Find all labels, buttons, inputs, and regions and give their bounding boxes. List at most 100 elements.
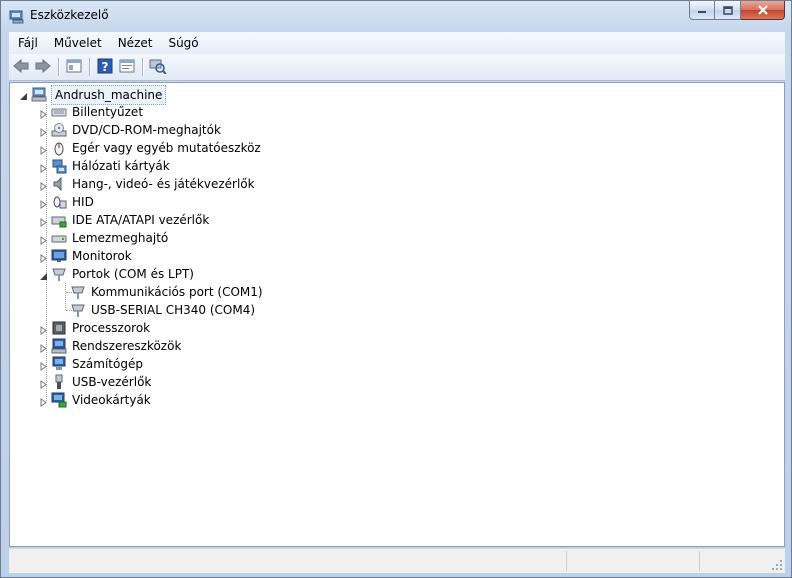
tree-item-usb[interactable]: USB-vezérlők [10, 373, 784, 391]
menu-file[interactable]: Fájl [9, 33, 46, 53]
forward-button[interactable] [32, 56, 54, 78]
tree-item-label: Rendszereszközök [72, 339, 182, 353]
tree-item-com1[interactable]: Kommunikációs port (COM1) [10, 283, 784, 301]
close-button[interactable] [741, 1, 785, 20]
expand-arrow-icon[interactable] [39, 378, 48, 389]
tree-item-dvd[interactable]: DVD/CD-ROM-meghajtók [10, 121, 784, 139]
menu-bar: Fájl Művelet Nézet Súgó [9, 32, 785, 54]
maximize-button[interactable] [715, 1, 741, 20]
expand-arrow-icon[interactable] [39, 162, 48, 173]
collapse-arrow-icon[interactable] [19, 90, 28, 100]
expand-arrow-icon[interactable] [39, 396, 48, 407]
tree-item-hid[interactable]: HID [10, 193, 784, 211]
resize-grip[interactable] [771, 559, 783, 571]
title-bar[interactable]: Eszközkezelő [1, 1, 791, 31]
minimize-button[interactable] [689, 1, 715, 20]
scan-hardware-button[interactable] [147, 56, 169, 78]
tree-item-label: Hálózati kártyák [72, 159, 170, 173]
expand-arrow-icon[interactable] [39, 216, 48, 227]
properties-icon [119, 59, 135, 76]
help-button[interactable]: ? [94, 56, 116, 78]
tree-item-label: Egér vagy egyéb mutatóeszköz [72, 141, 261, 155]
expand-arrow-icon[interactable] [39, 324, 48, 335]
expand-arrow-icon[interactable] [39, 234, 48, 245]
toolbar-separator [58, 58, 59, 76]
tree-item-label: Portok (COM és LPT) [72, 267, 194, 281]
device-tree[interactable]: Andrush_machine Billentyűzet DVD/CD-ROM-… [9, 82, 785, 547]
expand-arrow-icon[interactable] [39, 342, 48, 353]
forward-icon [34, 58, 52, 77]
ide-controller-icon [51, 212, 67, 228]
tree-root[interactable]: Andrush_machine [10, 85, 784, 105]
tree-item-mouse[interactable]: Egér vagy egyéb mutatóeszköz [10, 139, 784, 157]
tree-item-ide[interactable]: IDE ATA/ATAPI vezérlők [10, 211, 784, 229]
tree-item-computer[interactable]: Számítógép [10, 355, 784, 373]
back-icon [12, 58, 30, 77]
tree-item-label: HID [72, 195, 94, 209]
processor-icon [51, 320, 67, 336]
tree-item-monitors[interactable]: Monitorok [10, 247, 784, 265]
speaker-icon [51, 176, 67, 192]
window-title: Eszközkezelő [30, 8, 109, 22]
hid-icon [51, 194, 67, 210]
expand-arrow-icon[interactable] [39, 252, 48, 263]
tree-item-label: USB-SERIAL CH340 (COM4) [91, 303, 256, 317]
tree-item-label: Processzorok [72, 321, 151, 335]
device-manager-app-icon [9, 8, 25, 24]
expand-arrow-icon[interactable] [39, 360, 48, 371]
tree-item-label: Billentyűzet [72, 105, 144, 119]
show-hide-tree-icon [66, 59, 82, 76]
tree-item-com4[interactable]: USB-SERIAL CH340 (COM4) [10, 301, 784, 319]
monitor-icon [51, 248, 67, 264]
show-hide-tree-button[interactable] [63, 56, 85, 78]
expand-arrow-icon[interactable] [39, 198, 48, 209]
tree-item-label: Lemezmeghajtó [72, 231, 169, 245]
computer-icon [31, 86, 47, 102]
back-button[interactable] [10, 56, 32, 78]
computer-icon [51, 356, 67, 372]
expand-arrow-icon[interactable] [39, 180, 48, 191]
collapse-arrow-icon[interactable] [39, 270, 48, 280]
toolbar: ? [9, 54, 785, 81]
tree-item-label: Monitorok [72, 249, 132, 263]
menu-action[interactable]: Művelet [46, 33, 110, 53]
tree-item-sound[interactable]: Hang-, videó- és játékvezérlők [10, 175, 784, 193]
expand-arrow-icon[interactable] [39, 144, 48, 155]
properties-button[interactable] [116, 56, 138, 78]
tree-item-label: DVD/CD-ROM-meghajtók [72, 123, 221, 137]
mouse-icon [51, 140, 67, 156]
tree-item-system[interactable]: Rendszereszközök [10, 337, 784, 355]
menu-view[interactable]: Nézet [110, 33, 161, 53]
tree-item-label: IDE ATA/ATAPI vezérlők [72, 213, 210, 227]
device-manager-window: Eszközkezelő Fájl Művelet Nézet Súgó ? A… [0, 0, 792, 578]
tree-item-label: USB-vezérlők [72, 375, 152, 389]
display-adapter-icon [51, 392, 67, 408]
tree-item-label: Kommunikációs port (COM1) [91, 285, 263, 299]
scan-hardware-icon [149, 58, 167, 77]
tree-item-processors[interactable]: Processzorok [10, 319, 784, 337]
tree-item-label: Számítógép [72, 357, 143, 371]
tree-item-network[interactable]: Hálózati kártyák [10, 157, 784, 175]
tree-item-keyboard[interactable]: Billentyűzet [10, 103, 784, 121]
tree-item-disk[interactable]: Lemezmeghajtó [10, 229, 784, 247]
status-bar [9, 548, 785, 573]
status-pane [566, 551, 568, 571]
port-icon [70, 302, 86, 318]
tree-item-display[interactable]: Videokártyák [10, 391, 784, 409]
svg-text:?: ? [102, 60, 109, 74]
disk-drive-icon [51, 230, 67, 246]
toolbar-separator [142, 58, 143, 76]
status-pane [699, 551, 701, 571]
keyboard-icon [51, 104, 67, 120]
computer-name[interactable]: Andrush_machine [51, 85, 167, 105]
toolbar-separator [89, 58, 90, 76]
expand-arrow-icon[interactable] [39, 108, 48, 119]
tree-item-ports[interactable]: Portok (COM és LPT) [10, 265, 784, 283]
help-icon: ? [97, 58, 113, 77]
tree-item-label: Hang-, videó- és játékvezérlők [72, 177, 255, 191]
menu-help[interactable]: Súgó [160, 33, 206, 53]
system-devices-icon [51, 338, 67, 354]
port-icon [51, 266, 67, 282]
dvd-drive-icon [51, 122, 67, 138]
expand-arrow-icon[interactable] [39, 126, 48, 137]
